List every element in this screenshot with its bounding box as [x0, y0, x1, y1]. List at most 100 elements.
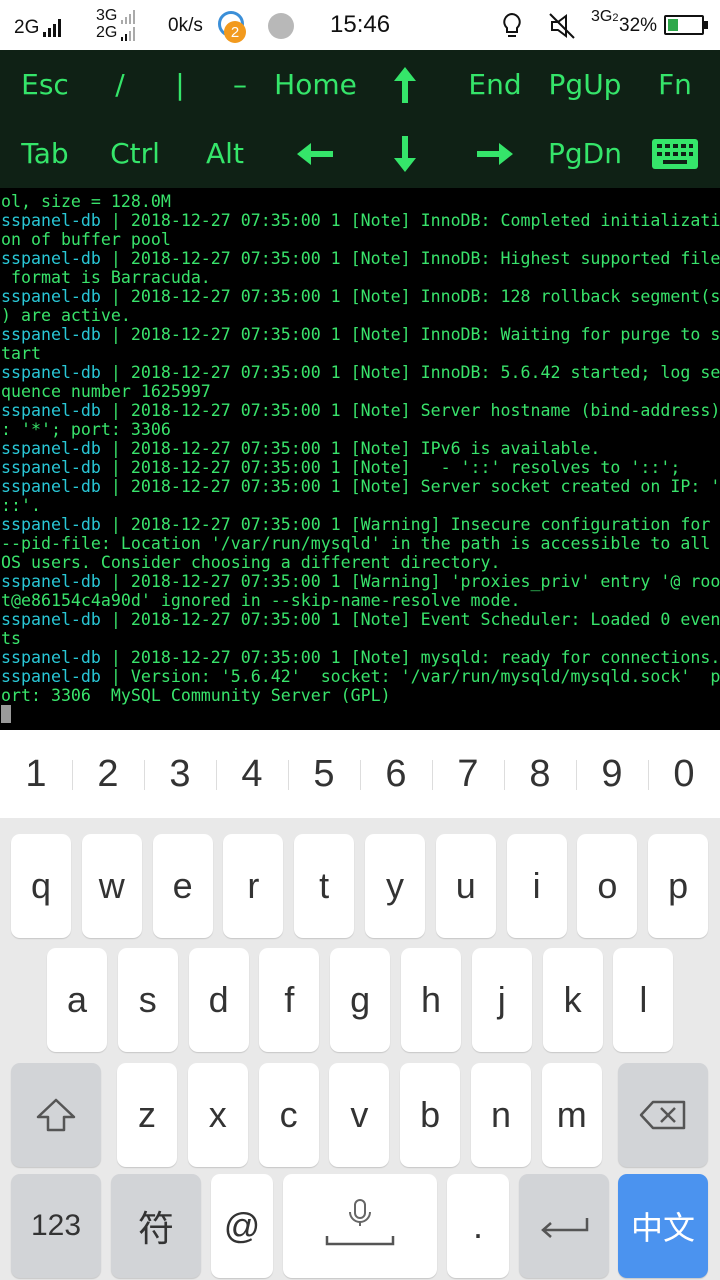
number-separator — [504, 760, 505, 790]
key-l[interactable]: l — [613, 948, 674, 1052]
terminal-line-host: sspanel-db — [1, 515, 101, 534]
terminal-line: sspanel-db | 2018-12-27 07:35:00 1 [Note… — [1, 401, 720, 420]
terminal-line-host: sspanel-db — [1, 458, 101, 477]
key-x[interactable]: x — [187, 1063, 248, 1167]
number-key-6[interactable]: 6 — [360, 730, 432, 818]
number-key-3[interactable]: 3 — [144, 730, 216, 818]
key-c[interactable]: c — [258, 1063, 319, 1167]
network-3-sub: 2 — [612, 12, 619, 24]
number-key-0[interactable]: 0 — [648, 730, 720, 818]
key-b[interactable]: b — [400, 1063, 461, 1167]
key-left[interactable] — [275, 119, 355, 188]
number-key-4[interactable]: 4 — [216, 730, 288, 818]
terminal-line: sspanel-db | 2018-12-27 07:35:00 1 [Note… — [1, 211, 720, 230]
key-h[interactable]: h — [401, 948, 461, 1052]
number-row: 1234567890 — [0, 730, 720, 818]
terminal-line-host: sspanel-db — [1, 249, 101, 268]
key-down[interactable] — [365, 119, 445, 188]
number-key-1[interactable]: 1 — [0, 730, 72, 818]
terminal-line-text: | 2018-12-27 07:35:00 1 [Note] Server so… — [100, 477, 720, 496]
number-separator — [432, 760, 433, 790]
number-key-7[interactable]: 7 — [432, 730, 504, 818]
terminal-line: sspanel-db | 2018-12-27 07:35:00 1 [Note… — [1, 249, 720, 268]
terminal-line: sspanel-db | 2018-12-27 07:35:00 1 [Warn… — [1, 572, 720, 591]
number-separator — [72, 760, 73, 790]
key-esc[interactable]: Esc — [0, 50, 90, 119]
terminal-line-text: | 2018-12-27 07:35:00 1 [Note] Event Sch… — [100, 610, 720, 629]
terminal-line-text: | 2018-12-27 07:35:00 1 [Note] InnoDB: 5… — [100, 363, 720, 382]
key-f[interactable]: f — [259, 948, 320, 1052]
network-1-label: 2G — [14, 17, 40, 38]
key-u[interactable]: u — [435, 834, 496, 938]
key-d[interactable]: d — [188, 948, 249, 1052]
key-a[interactable]: a — [47, 948, 107, 1052]
number-key-2[interactable]: 2 — [72, 730, 144, 818]
key-up[interactable] — [365, 50, 445, 119]
key-pgup[interactable]: PgUp — [540, 50, 630, 119]
terminal-line: sspanel-db | 2018-12-27 07:35:00 1 [Note… — [1, 325, 720, 344]
terminal-line: tart — [1, 344, 720, 363]
terminal-line: sspanel-db | Version: '5.6.42' socket: '… — [1, 667, 720, 686]
mute-icon — [549, 13, 575, 39]
signal-icon — [43, 19, 62, 37]
key-tab[interactable]: Tab — [5, 119, 85, 188]
notification-badge: 2 — [224, 21, 246, 43]
key-n[interactable]: n — [471, 1063, 531, 1167]
terminal-line: sspanel-db | 2018-12-27 07:35:00 1 [Note… — [1, 363, 720, 382]
backspace-key[interactable] — [618, 1063, 708, 1167]
key-q[interactable]: q — [11, 834, 71, 938]
terminal-line-host: sspanel-db — [1, 572, 101, 591]
key-end[interactable]: End — [455, 50, 535, 119]
key-p[interactable]: p — [648, 834, 709, 938]
terminal-output[interactable]: ol, size = 128.0M sspanel-db | 2018-12-27… — [0, 192, 720, 730]
shift-icon — [36, 1098, 76, 1132]
key-home[interactable]: Home — [268, 50, 363, 119]
number-key-5[interactable]: 5 — [288, 730, 360, 818]
terminal-line: --pid-file: Location '/var/run/mysqld' i… — [1, 534, 720, 553]
key-alt[interactable]: Alt — [185, 119, 265, 188]
period-key[interactable]: . — [447, 1174, 509, 1278]
key-k[interactable]: k — [542, 948, 603, 1052]
key-pgdn[interactable]: PgDn — [540, 119, 630, 188]
terminal-line: ort: 3306 MySQL Community Server (GPL) — [1, 686, 720, 705]
key-v[interactable]: v — [329, 1063, 390, 1167]
terminal-line-text: tart — [1, 344, 41, 363]
enter-key[interactable] — [519, 1174, 609, 1278]
key-g[interactable]: g — [330, 948, 391, 1052]
terminal-line: sspanel-db | 2018-12-27 07:35:00 1 [Note… — [1, 477, 720, 496]
backspace-icon — [639, 1100, 686, 1130]
terminal-line-text: | 2018-12-27 07:35:00 1 [Note] Server ho… — [100, 401, 720, 420]
key-r[interactable]: r — [223, 834, 284, 938]
key-w[interactable]: w — [81, 834, 142, 938]
terminal-line-text: on of buffer pool — [1, 230, 171, 249]
number-key-8[interactable]: 8 — [504, 730, 576, 818]
terminal-line-text: | 2018-12-27 07:35:00 1 [Note] - '::' re… — [100, 458, 681, 477]
language-switch-key[interactable]: 中文 — [618, 1174, 708, 1278]
terminal-line: t@e86154c4a90d' ignored in --skip-name-r… — [1, 591, 720, 610]
at-key[interactable]: @ — [211, 1174, 273, 1278]
symbols-key[interactable]: 符 — [111, 1174, 201, 1278]
key-fn[interactable]: Fn — [635, 50, 715, 119]
key-z[interactable]: z — [117, 1063, 177, 1167]
key-o[interactable]: o — [577, 834, 638, 938]
key-j[interactable]: j — [471, 948, 532, 1052]
enter-icon — [541, 1218, 589, 1238]
key-e[interactable]: e — [152, 834, 213, 938]
number-key-9[interactable]: 9 — [576, 730, 648, 818]
key-i[interactable]: i — [506, 834, 567, 938]
shift-key[interactable] — [11, 1063, 101, 1167]
keyboard-toggle-button[interactable] — [635, 119, 715, 188]
key-right[interactable] — [455, 119, 535, 188]
key-y[interactable]: y — [365, 834, 425, 938]
key-m[interactable]: m — [541, 1063, 602, 1167]
key-ctrl[interactable]: Ctrl — [95, 119, 175, 188]
key-t[interactable]: t — [294, 834, 355, 938]
terminal-line-text: | 2018-12-27 07:35:00 1 [Note] mysqld: r… — [100, 648, 720, 667]
terminal-line-text: ol, size = 128.0M — [1, 192, 171, 211]
space-key[interactable] — [283, 1174, 437, 1278]
signal-icon — [121, 27, 136, 41]
numbers-mode-key[interactable]: 123 — [11, 1174, 101, 1278]
app-notification-icon — [268, 13, 294, 39]
key-s[interactable]: s — [117, 948, 178, 1052]
arrow-right-icon — [477, 142, 513, 165]
